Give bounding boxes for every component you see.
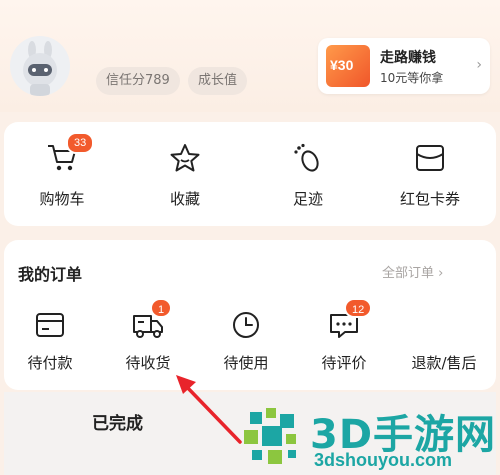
order-refund[interactable]: 退款/售后 — [404, 306, 484, 378]
order-pending-receipt[interactable]: 1 待收货 — [108, 298, 188, 378]
promo-subtitle: 10元等你拿 — [380, 71, 444, 85]
order-status-label: 待收货 — [125, 354, 171, 372]
order-pending-payment[interactable]: 待付款 — [10, 306, 90, 378]
order-to-use[interactable]: 待使用 — [206, 306, 286, 378]
avatar[interactable] — [10, 36, 70, 96]
order-status-label: 待付款 — [27, 354, 73, 372]
quick-link-label: 足迹 — [292, 190, 324, 208]
quick-link-label: 红包卡券 — [399, 190, 461, 208]
quick-link-cart[interactable]: 33 购物车 — [22, 132, 102, 218]
walk-earn-promo[interactable]: ¥30 走路赚钱 10元等你拿 › — [318, 38, 490, 94]
chevron-right-icon: › — [476, 57, 482, 73]
promo-title: 走路赚钱 — [380, 50, 436, 66]
card-icon — [33, 310, 67, 344]
order-to-review[interactable]: 12 待评价 — [304, 298, 384, 378]
order-status-label: 待评价 — [321, 354, 367, 372]
quick-link-label: 收藏 — [169, 190, 201, 208]
watermark-logo-icon — [244, 408, 296, 464]
completed-tab[interactable]: 已完成 — [92, 409, 143, 434]
watermark-url: 3dshouyou.com — [314, 450, 453, 470]
view-all-orders-link[interactable]: 全部订单 › — [382, 262, 443, 281]
cart-count-badge: 33 — [66, 132, 95, 154]
clock-icon — [229, 310, 263, 344]
footprint-icon — [291, 142, 325, 178]
pending-receipt-badge: 1 — [150, 298, 172, 318]
star-icon — [168, 142, 202, 178]
growth-badge[interactable]: 成长值 — [188, 67, 248, 95]
quick-link-label: 购物车 — [39, 190, 85, 208]
orders-title: 我的订单 — [18, 265, 83, 284]
site-watermark: 3D手游网 3dshouyou.com — [240, 398, 500, 475]
quick-link-favorites[interactable]: 收藏 — [145, 138, 225, 218]
trust-score-badge[interactable]: 信任分789 — [96, 67, 180, 95]
promo-amount: ¥30 — [330, 57, 354, 73]
quick-link-footprints[interactable]: 足迹 — [268, 138, 348, 218]
wallet-icon — [413, 142, 447, 178]
promo-coupon-icon: ¥30 — [326, 45, 370, 87]
annotation-arrow — [176, 375, 242, 444]
profile-header: 信任分789 成长值 ¥30 走路赚钱 10元等你拿 › — [0, 0, 500, 112]
order-status-label: 退款/售后 — [411, 354, 477, 372]
quick-link-coupons[interactable]: 红包卡券 — [390, 138, 470, 218]
to-review-badge: 12 — [344, 298, 373, 318]
